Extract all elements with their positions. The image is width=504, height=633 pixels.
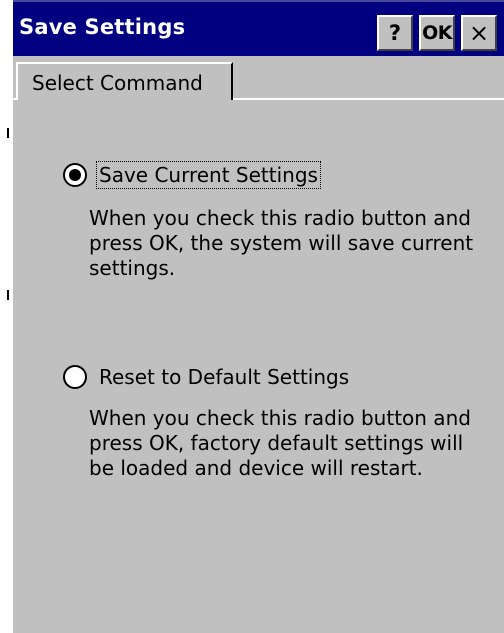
option-description: When you check this radio button and pre… bbox=[89, 406, 471, 480]
tab-panel: Save Current Settings When you check thi… bbox=[13, 100, 504, 633]
radio-label[interactable]: Save Current Settings bbox=[96, 161, 321, 189]
window-title: Save Settings bbox=[19, 15, 186, 39]
tab-label: Select Command bbox=[32, 71, 203, 95]
dialog-window: Save Settings ? OK × Select Command Save… bbox=[13, 0, 504, 633]
tab-select-command[interactable]: Select Command bbox=[16, 62, 233, 102]
close-button[interactable]: × bbox=[461, 15, 497, 51]
edge-mark bbox=[7, 128, 9, 138]
option-description: When you check this radio button and pre… bbox=[89, 206, 474, 280]
radio-label[interactable]: Reset to Default Settings bbox=[97, 364, 351, 390]
radio-save-current[interactable]: Save Current Settings bbox=[63, 161, 321, 189]
radio-button-checked[interactable] bbox=[63, 163, 87, 187]
tab-strip: Select Command bbox=[13, 56, 504, 102]
title-bar: Save Settings ? OK × bbox=[13, 0, 504, 56]
ok-button[interactable]: OK bbox=[419, 15, 455, 51]
edge-mark bbox=[7, 290, 9, 300]
help-button[interactable]: ? bbox=[377, 15, 413, 51]
radio-button-unchecked[interactable] bbox=[63, 365, 87, 389]
radio-reset-default[interactable]: Reset to Default Settings bbox=[63, 364, 351, 390]
